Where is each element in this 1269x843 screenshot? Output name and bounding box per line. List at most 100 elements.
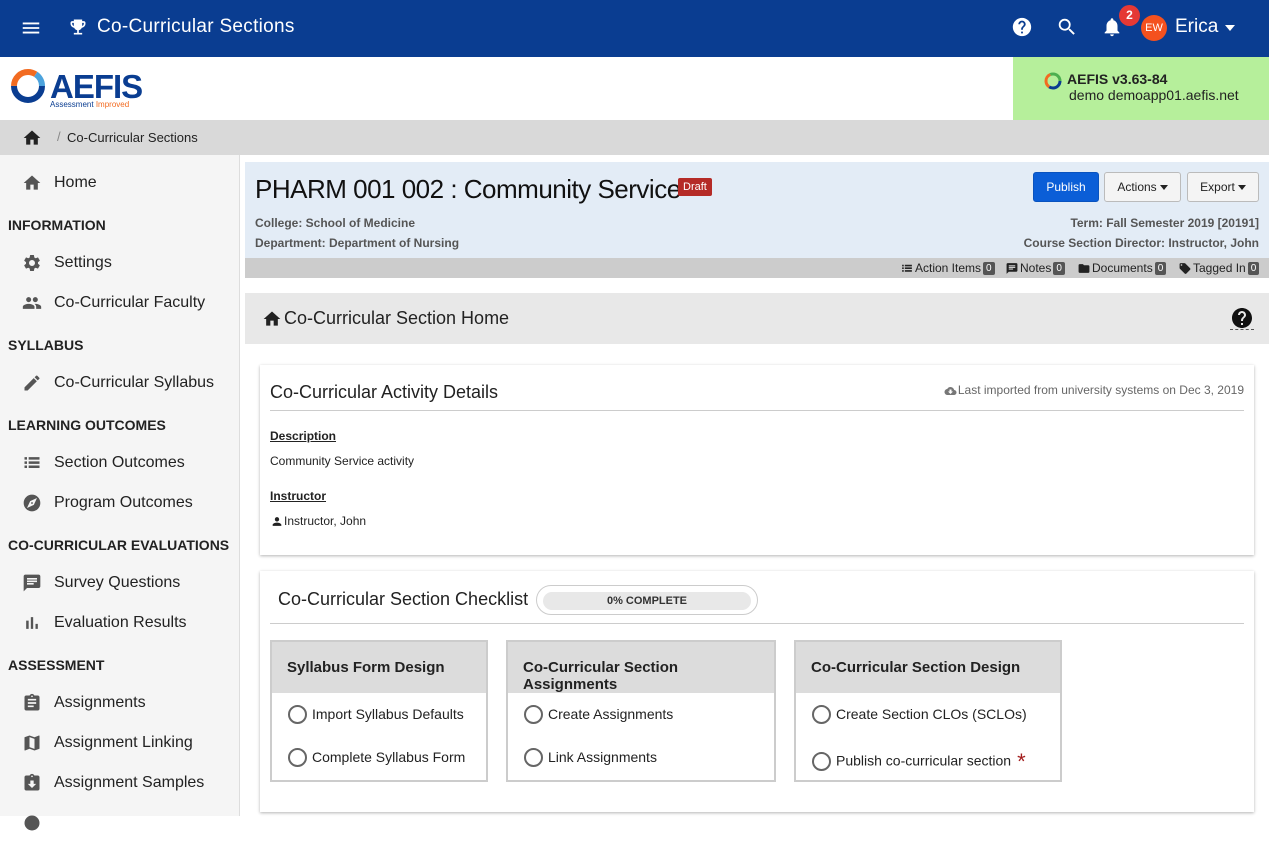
sidebar-item-evaluation-results[interactable]: Evaluation Results [0, 603, 240, 643]
search-icon[interactable] [1056, 16, 1078, 38]
notes-icon [1005, 262, 1019, 275]
clipboard-icon [22, 693, 42, 713]
sidebar-item-co-curricular-faculty[interactable]: Co-Curricular Faculty [0, 283, 240, 323]
radio-button[interactable] [524, 704, 543, 724]
checklist-group: Co-Curricular Section Assignments Create… [506, 640, 776, 782]
version-label: AEFIS v3.63-84 [1067, 71, 1168, 87]
sidebar-heading-co-curricular-evaluations: CO-CURRICULAR EVALUATIONS [8, 537, 230, 553]
help-icon[interactable] [1230, 306, 1254, 330]
avatar[interactable]: EW [1141, 15, 1167, 41]
documents-link[interactable]: Documents 0 [1077, 261, 1167, 276]
notes-label: Notes [1020, 261, 1052, 275]
sidebar-item-program-outcomes[interactable]: Program Outcomes [0, 483, 240, 523]
sidebar-item-survey-questions[interactable]: Survey Questions [0, 563, 240, 603]
caret-down-icon [1159, 185, 1168, 191]
person-icon [270, 515, 284, 528]
radio-button[interactable] [288, 747, 307, 767]
help-icon[interactable] [1011, 16, 1033, 38]
radio-button[interactable] [812, 704, 831, 724]
checklist-group: Co-Curricular Section Design Create Sect… [794, 640, 1062, 782]
instructor-value: Instructor, John [270, 514, 366, 528]
notes-count: 0 [1053, 262, 1065, 276]
checklist-item[interactable]: Publish co-curricular section * [812, 749, 1026, 775]
section-home-bar: Co-Curricular Section Home [245, 293, 1269, 344]
sidebar-item-assignment-samples[interactable]: Assignment Samples [0, 763, 240, 803]
version-panel: AEFIS v3.63-84 demo demoapp01.aefis.net [1013, 57, 1269, 120]
section-header: PHARM 001 002 : Community Service Draft … [245, 162, 1269, 258]
documents-count: 0 [1154, 262, 1167, 276]
breadcrumb-separator: / [57, 129, 61, 144]
checklist-group-title: Syllabus Form Design [272, 642, 486, 693]
checklist-item[interactable]: Create Section CLOs (SCLOs) [812, 704, 1027, 724]
logo-ring-icon [10, 68, 46, 104]
radio-button[interactable] [288, 704, 307, 724]
checklist-item[interactable]: Import Syllabus Defaults [288, 704, 464, 724]
home-icon [261, 309, 283, 329]
list-icon [22, 453, 42, 473]
actions-button-label: Actions [1117, 180, 1157, 194]
activity-details-card: Co-Curricular Activity Details Last impo… [260, 365, 1254, 555]
sidebar-item-home[interactable]: Home [0, 163, 240, 203]
section-checklist-card: Co-Curricular Section Checklist 0% COMPL… [260, 571, 1254, 812]
home-icon[interactable] [22, 128, 42, 148]
sidebar-item-label: Co-Curricular Faculty [54, 294, 206, 311]
aefis-ring-icon [1044, 72, 1062, 90]
sidebar-item-label: Program Outcomes [54, 494, 193, 511]
publish-button[interactable]: Publish [1033, 172, 1099, 202]
tagged-in-count: 0 [1247, 262, 1260, 276]
compass-icon [22, 493, 42, 513]
divider [270, 410, 1244, 411]
user-menu-name[interactable]: Erica [1175, 16, 1218, 38]
section-title: PHARM 001 002 : Community Service [255, 174, 681, 204]
sidebar-item-label: Assignments [54, 694, 146, 711]
pencil-icon [22, 373, 42, 393]
tagged-in-label: Tagged In [1193, 261, 1246, 275]
sidebar-item-co-curricular-syllabus[interactable]: Co-Curricular Syllabus [0, 363, 240, 403]
term-label: Term: Fall Semester 2019 [20191] [1070, 216, 1259, 230]
radio-button[interactable] [524, 747, 543, 767]
sidebar-item-section-outcomes[interactable]: Section Outcomes [0, 443, 240, 483]
tagged-in-link[interactable]: Tagged In 0 [1178, 261, 1260, 276]
radio-button[interactable] [812, 751, 831, 771]
action-items-count: 0 [983, 262, 995, 276]
circle-icon [22, 813, 42, 833]
aefis-logo[interactable]: AEFIS Assessment Improved [10, 66, 143, 114]
instructor-name: Instructor, John [284, 514, 367, 528]
bar-chart-icon [22, 613, 42, 633]
sidebar-item-label: Home [54, 174, 97, 191]
breadcrumb-current: Co-Curricular Sections [67, 130, 198, 145]
list-icon [900, 262, 914, 275]
import-status-text: Last imported from university systems on… [957, 383, 1244, 397]
description-label: Description [270, 429, 337, 443]
menu-icon[interactable] [20, 17, 42, 39]
breadcrumb: / Co-Curricular Sections [0, 120, 1269, 155]
checklist-item[interactable]: Create Assignments [524, 704, 674, 724]
checklist-item-label: Create Assignments [548, 706, 674, 722]
clipboard-download-icon [22, 773, 42, 793]
map-icon [22, 733, 42, 753]
sidebar-item-label: Co-Curricular Syllabus [54, 374, 215, 391]
sidebar-heading-syllabus: SYLLABUS [8, 337, 84, 353]
cloud-download-icon [943, 385, 958, 397]
export-dropdown-button[interactable]: Export [1187, 172, 1259, 202]
checklist-item[interactable]: Complete Syllabus Form [288, 747, 466, 767]
logo-tagline: Assessment Improved [50, 100, 129, 109]
notes-link[interactable]: Notes 0 [1005, 261, 1065, 276]
checklist-group: Syllabus Form Design Import Syllabus Def… [270, 640, 488, 782]
sidebar-item-assignments[interactable]: Assignments [0, 683, 240, 723]
checklist-item-label: Complete Syllabus Form [312, 749, 466, 765]
sidebar-item-assignment-linking[interactable]: Assignment Linking [0, 723, 240, 763]
sidebar-item-settings[interactable]: Settings [0, 243, 240, 283]
checklist-item[interactable]: Link Assignments [524, 747, 657, 767]
instructor-label: Instructor [270, 489, 327, 503]
sidebar-item-partial[interactable] [0, 803, 240, 843]
folder-icon [1077, 262, 1091, 275]
section-home-title: Co-Curricular Section Home [284, 308, 510, 328]
chevron-down-icon[interactable] [1225, 25, 1235, 31]
sidebar-item-label: Evaluation Results [54, 614, 187, 631]
checklist-item-label: Create Section CLOs (SCLOs) [836, 706, 1027, 722]
status-badge: Draft [678, 178, 712, 196]
action-items-link[interactable]: Action Items 0 [900, 261, 995, 276]
actions-dropdown-button[interactable]: Actions [1104, 172, 1181, 202]
checklist-item-label: Import Syllabus Defaults [312, 706, 464, 722]
